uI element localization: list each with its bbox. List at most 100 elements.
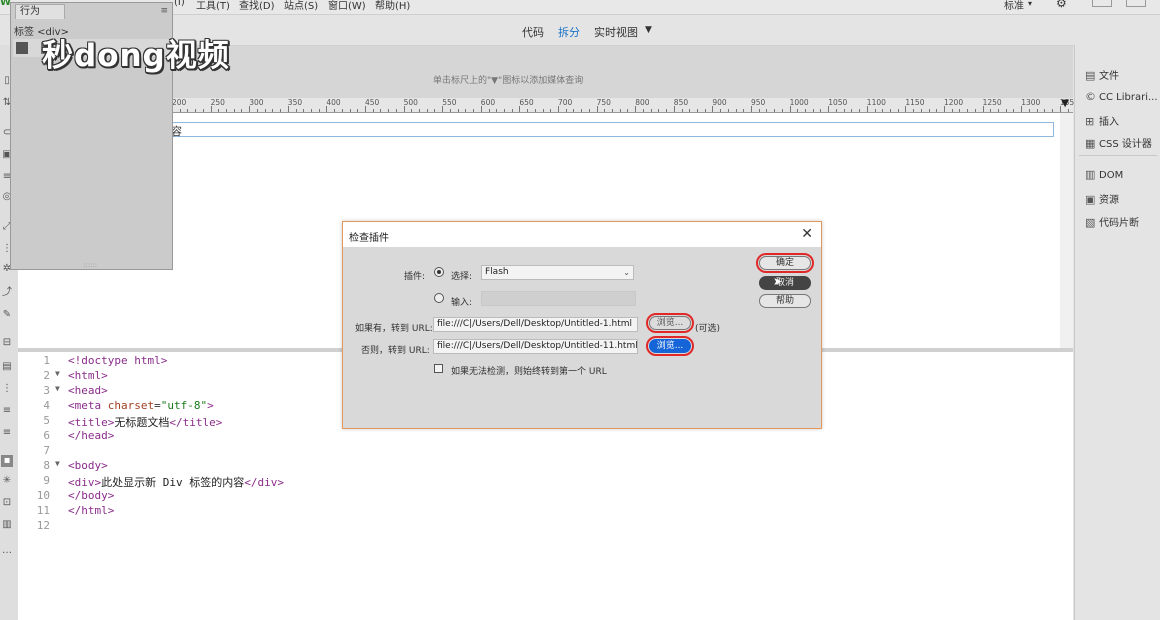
ruler-tick	[372, 109, 374, 112]
chevron-down-icon[interactable]: ▾	[1028, 0, 1032, 8]
panel-insert[interactable]: ⊞ 插入	[1085, 113, 1119, 128]
otherwise-url-field[interactable]: file:///C|/Users/Dell/Desktop/Untitled-1…	[433, 339, 638, 354]
brush-icon[interactable]: ✎	[1, 309, 13, 321]
code-text: <head>	[68, 384, 108, 397]
help-button[interactable]: 帮助	[759, 294, 811, 308]
menu-item-help[interactable]: 帮助(H)	[375, 0, 410, 12]
chart-icon[interactable]: ▥	[1, 519, 13, 531]
ruler-tick	[974, 109, 976, 112]
ruler[interactable]: 200 250 300 350 400 450 500 550 600 650 700 750 800 8…	[18, 98, 1092, 113]
browse-button-1[interactable]: 浏览...	[646, 313, 694, 333]
panel-dom[interactable]: ▥ DOM	[1085, 168, 1123, 181]
indent-icon[interactable]: ≡	[1, 405, 13, 417]
active-tool-icon[interactable]: ▪	[1, 455, 13, 467]
panel-files[interactable]: ▤ 文件	[1085, 67, 1119, 82]
show-set-events-icon[interactable]	[16, 42, 28, 54]
ruler-tick	[264, 109, 266, 112]
line-number: 4	[43, 399, 50, 412]
ruler-tick	[233, 109, 235, 112]
code-text: <meta charset="utf-8">	[68, 399, 214, 412]
live-view-button[interactable]: 实时视图	[594, 24, 638, 40]
menu-item-site[interactable]: 站点(S)	[284, 0, 318, 12]
menu-item-1[interactable]: (I)	[174, 0, 185, 8]
panel-cc-libraries[interactable]: © CC Librari...	[1085, 90, 1158, 103]
ruler-tick	[349, 109, 351, 112]
ruler-tick-label: 650	[519, 98, 534, 107]
ruler-tick	[704, 109, 706, 112]
panel-css-designer[interactable]: ▦ CSS 设计器	[1085, 135, 1152, 150]
panel-assets[interactable]: ▣ 资源	[1085, 191, 1119, 206]
ruler-tick	[990, 109, 992, 112]
plugin-input[interactable]	[481, 291, 636, 306]
snippets-icon: ▧	[1085, 216, 1096, 229]
line-number: 11	[36, 504, 50, 517]
line-number: 6	[43, 429, 50, 442]
more-icon[interactable]: …	[1, 545, 13, 557]
menu-item-find[interactable]: 查找(D)	[239, 0, 275, 12]
gear-icon[interactable]: ⚙	[1056, 0, 1067, 10]
browse-button-2[interactable]: 浏览...	[646, 336, 694, 356]
minimize-button[interactable]	[1092, 0, 1112, 7]
fold-toggle-icon[interactable]: ▼	[55, 459, 60, 468]
snippet-icon[interactable]: ▤	[1, 361, 13, 373]
div-element[interactable]: 容	[18, 122, 1054, 138]
panel-label: DOM	[1099, 170, 1124, 181]
always-first-url-checkbox[interactable]	[434, 364, 443, 373]
pointer-icon[interactable]: ⤴	[1, 287, 13, 299]
design-scrollbar[interactable]	[1060, 113, 1073, 348]
outdent-icon[interactable]: ≡	[1, 427, 13, 439]
if-found-url-field[interactable]: file:///C|/Users/Dell/Desktop/Untitled-1…	[433, 317, 638, 332]
resize-grip[interactable]: ::::::	[83, 261, 97, 269]
select-radio[interactable]	[434, 267, 444, 277]
input-radio[interactable]	[434, 293, 444, 303]
panel-label: 代码片断	[1099, 218, 1139, 229]
ruler-tick-label: 350	[287, 98, 303, 107]
ruler-tick	[666, 109, 668, 112]
ruler-tick	[673, 106, 675, 112]
otherwise-label: 否则，转到 URL:	[361, 346, 430, 356]
close-icon[interactable]: ✕	[801, 226, 813, 242]
ruler-tick-label: 1100	[866, 98, 886, 107]
panel-menu-icon[interactable]: ≡	[160, 6, 168, 16]
ruler-tick	[395, 109, 397, 112]
workspace-select[interactable]: 标准	[1004, 0, 1024, 12]
ruler-tick	[681, 109, 683, 112]
code-text: <!doctype html>	[68, 354, 168, 367]
sparkle-icon[interactable]: ✳	[1, 475, 13, 487]
code-view-button[interactable]: 代码	[522, 24, 544, 40]
ruler-tick	[735, 109, 737, 112]
panel-label: 插入	[1099, 117, 1119, 128]
ruler-tick	[882, 109, 884, 112]
optional-label: (可选)	[695, 324, 721, 334]
input-label: 输入:	[451, 298, 473, 308]
fold-toggle-icon[interactable]: ▼	[55, 369, 60, 378]
chevron-down-icon[interactable]: ▼	[645, 25, 652, 35]
ruler-tick-label: 1000	[789, 98, 809, 107]
code-text: </head>	[68, 429, 115, 442]
ruler-tick	[789, 106, 791, 112]
restore-button[interactable]	[1126, 0, 1146, 7]
ruler-tick	[341, 109, 343, 112]
ruler-tick	[650, 109, 652, 112]
dialog-titlebar: 检查插件 ✕	[343, 222, 821, 247]
ruler-tick	[689, 109, 691, 112]
workspace-switcher: 标准 ▾ ⚙	[995, 0, 1160, 14]
ruler-tick-label: 1300	[1021, 98, 1041, 107]
list-icon[interactable]: ⋮	[1, 383, 13, 395]
tab-behavior[interactable]: 行为	[15, 4, 65, 19]
cancel-button[interactable]: 取消	[759, 276, 811, 290]
split-view-button[interactable]: 拆分	[558, 24, 580, 40]
plugin-select[interactable]: Flash ⌄	[481, 265, 634, 280]
ok-button[interactable]: 确定	[756, 253, 814, 273]
fold-toggle-icon[interactable]: ▼	[55, 384, 60, 393]
always-first-url-label: 如果无法检测，则始终转到第一个 URL	[451, 367, 607, 377]
panel-snippets[interactable]: ▧ 代码片断	[1085, 214, 1139, 229]
menu-item-tools[interactable]: 工具(T)	[196, 0, 230, 12]
ruler-tick	[357, 109, 359, 112]
files-icon: ▤	[1085, 69, 1096, 82]
media-query-marker-icon[interactable]: ▼	[1061, 98, 1069, 109]
menu-item-window[interactable]: 窗口(W)	[328, 0, 366, 12]
format-icon[interactable]: ⊟	[1, 337, 13, 349]
ruler-tick	[928, 109, 930, 112]
wrap-icon[interactable]: ⊡	[1, 497, 13, 509]
